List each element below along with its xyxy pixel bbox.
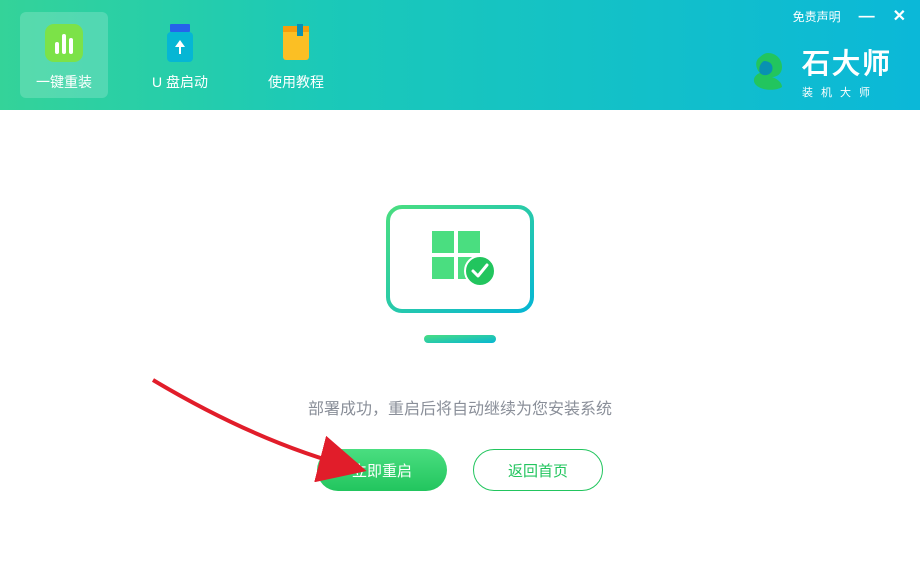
tab-label: 使用教程: [268, 72, 324, 92]
close-button[interactable]: ✕: [893, 9, 906, 25]
book-icon: [275, 22, 317, 64]
brand: 石大师 装机大师: [744, 42, 892, 100]
brand-text: 石大师 装机大师: [802, 42, 892, 100]
tab-reinstall[interactable]: 一键重装: [20, 12, 108, 98]
brand-subtitle: 装机大师: [802, 84, 892, 100]
action-buttons: 立即重启 返回首页: [317, 449, 603, 491]
tab-label: U 盘启动: [152, 72, 208, 92]
nav-tabs: 一键重装 U 盘启动 使用教程: [20, 0, 340, 110]
status-text: 部署成功，重启后将自动继续为您安装系统: [308, 395, 612, 419]
window-controls: 免责声明 — ✕: [793, 8, 906, 25]
usb-icon: [159, 22, 201, 64]
minimize-button[interactable]: —: [859, 9, 875, 25]
monitor-success-icon: [370, 199, 550, 359]
tab-tutorial[interactable]: 使用教程: [252, 12, 340, 98]
tab-usb-boot[interactable]: U 盘启动: [136, 12, 224, 98]
brand-title: 石大师: [802, 42, 892, 82]
main-content: 部署成功，重启后将自动继续为您安装系统 立即重启 返回首页: [0, 110, 920, 580]
brand-logo-icon: [744, 47, 792, 95]
app-header: 一键重装 U 盘启动 使用教程 免责声明: [0, 0, 920, 110]
disclaimer-link[interactable]: 免责声明: [793, 8, 841, 25]
tab-label: 一键重装: [36, 72, 92, 92]
chart-icon: [43, 22, 85, 64]
back-home-button[interactable]: 返回首页: [473, 449, 603, 491]
restart-now-button[interactable]: 立即重启: [317, 449, 447, 491]
